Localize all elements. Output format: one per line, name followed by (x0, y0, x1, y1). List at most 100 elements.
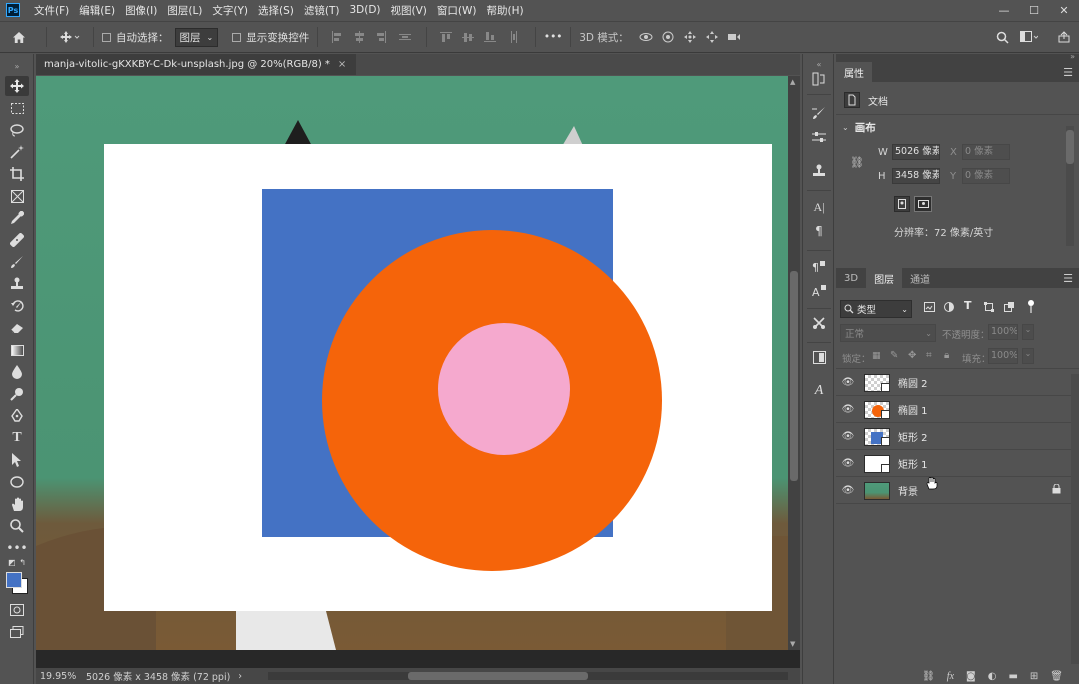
pen-tool-icon[interactable] (5, 406, 29, 426)
screen-mode-icon[interactable] (5, 622, 29, 642)
foreground-color-swatch[interactable] (6, 572, 22, 588)
scroll-down-icon[interactable]: ▼ (790, 640, 795, 648)
canvas-horizontal-scrollbar[interactable] (268, 672, 788, 680)
auto-select-checkbox[interactable]: 自动选择： (102, 30, 169, 45)
healing-brush-tool-icon[interactable] (5, 230, 29, 250)
brush-tool-icon[interactable] (5, 252, 29, 272)
distribute-vertical-icon[interactable] (392, 31, 418, 43)
menu-file[interactable]: 文件(F) (30, 3, 75, 18)
align-right-icon[interactable] (370, 31, 392, 43)
scroll-up-icon[interactable]: ▲ (790, 78, 795, 86)
document-canvas[interactable] (104, 144, 772, 611)
layer-name[interactable]: 矩形 1 (898, 456, 928, 471)
crop-tool-icon[interactable] (5, 164, 29, 184)
lock-artboard-icon[interactable]: ⌗ (926, 350, 932, 361)
swap-arrow-icon[interactable]: ↰ (19, 558, 26, 567)
marquee-tool-icon[interactable] (5, 98, 29, 118)
landscape-orientation-button[interactable] (914, 196, 932, 212)
lock-all-icon[interactable]: 🔒︎ (944, 350, 949, 361)
layer-row[interactable]: 👁︎ 椭圆 1 (836, 397, 1071, 423)
share-icon[interactable] (1055, 31, 1073, 43)
checkbox-box[interactable] (232, 32, 242, 42)
move-tool-preset-icon[interactable] (55, 31, 85, 43)
layer-style-icon[interactable]: fx (947, 671, 954, 682)
paragraph-panel-icon[interactable]: ¶ (807, 220, 831, 242)
panel-menu-icon[interactable]: ☰ (1063, 66, 1073, 79)
filter-pixel-icon[interactable] (924, 302, 935, 315)
show-transform-checkbox[interactable]: 显示变换控件 (232, 30, 309, 45)
auto-select-dropdown[interactable]: 图层 ⌄ (174, 27, 219, 47)
menu-select[interactable]: 选择(S) (254, 3, 300, 18)
quick-mask-icon[interactable] (5, 600, 29, 620)
visibility-eye-icon[interactable]: 👁︎ (836, 377, 860, 388)
layer-name[interactable]: 椭圆 1 (898, 402, 928, 417)
history-brush-tool-icon[interactable] (5, 296, 29, 316)
menu-type[interactable]: 文字(Y) (208, 3, 254, 18)
lock-transparent-icon[interactable]: ▦ (872, 351, 881, 361)
eraser-tool-icon[interactable] (5, 318, 29, 338)
scale-3d-icon[interactable] (723, 31, 745, 43)
chevron-down-icon[interactable]: ⌄ (1022, 324, 1034, 340)
y-field[interactable]: 0 像素 (962, 168, 1010, 184)
scrollbar-thumb[interactable] (1066, 130, 1074, 164)
brush-settings-icon[interactable] (807, 102, 831, 124)
visibility-eye-icon[interactable]: 👁︎ (836, 404, 860, 415)
orbit-3d-icon[interactable] (635, 31, 657, 43)
menu-window[interactable]: 窗口(W) (433, 3, 483, 18)
layer-row[interactable]: 👁︎ 椭圆 2 (836, 370, 1071, 396)
filter-toggle-icon[interactable] (1028, 300, 1034, 317)
canvas-vertical-scrollbar[interactable]: ▲ ▼ (788, 76, 800, 650)
zoom-level[interactable]: 19.95% (40, 671, 80, 682)
status-menu-arrow[interactable]: › (238, 671, 242, 682)
lasso-tool-icon[interactable] (5, 120, 29, 140)
close-window-button[interactable]: ✕ (1049, 0, 1079, 20)
eyedropper-tool-icon[interactable] (5, 208, 29, 228)
link-layers-icon[interactable]: ⛓ (922, 671, 935, 682)
filter-smart-object-icon[interactable] (1004, 302, 1014, 315)
move-tool-icon[interactable] (5, 76, 29, 96)
document-tab[interactable]: manja-vitolic-gKXKBY-C-Dk-unsplash.jpg @… (36, 54, 356, 75)
filter-type-icon[interactable]: T (964, 299, 972, 312)
lock-pixels-icon[interactable]: ✎ (890, 350, 898, 361)
delete-layer-icon[interactable]: 🗑︎ (1050, 671, 1063, 682)
dodge-tool-icon[interactable] (5, 384, 29, 404)
pan-3d-icon[interactable] (679, 31, 701, 43)
fill-field[interactable]: 100% (988, 348, 1018, 364)
home-icon[interactable] (0, 31, 38, 44)
paragraph-styles-icon[interactable]: ¶ (807, 256, 831, 278)
layer-name[interactable]: 椭圆 2 (898, 375, 928, 390)
align-center-icon[interactable] (348, 31, 370, 43)
lock-icon[interactable] (1052, 483, 1061, 497)
portrait-orientation-button[interactable] (894, 196, 910, 212)
layer-filter-dropdown[interactable]: 类型 ⌄ (840, 300, 912, 318)
frame-tool-icon[interactable] (5, 186, 29, 206)
blend-mode-dropdown[interactable]: 正常 ⌄ (840, 324, 936, 342)
tab-properties[interactable]: 属性 (836, 62, 872, 82)
adjustments-icon[interactable] (807, 126, 831, 148)
align-middle-icon[interactable] (457, 31, 479, 43)
menu-edit[interactable]: 编辑(E) (75, 3, 121, 18)
visibility-eye-icon[interactable]: 👁︎ (836, 458, 860, 469)
properties-scrollbar[interactable] (1066, 126, 1074, 246)
chevron-down-icon[interactable]: ⌄ (1022, 348, 1034, 364)
width-field[interactable]: 5026 像素 (892, 144, 940, 160)
filter-shape-icon[interactable] (984, 302, 994, 315)
layer-row[interactable]: 👁︎ 矩形 1 (836, 451, 1071, 477)
character-styles-icon[interactable]: A (807, 280, 831, 302)
menu-3d[interactable]: 3D(D) (345, 4, 386, 16)
layers-scrollbar[interactable] (1071, 374, 1079, 664)
new-group-icon[interactable]: ▬ (1008, 671, 1017, 682)
search-icon[interactable] (994, 31, 1010, 44)
link-dimensions-icon[interactable]: ⛓ (850, 156, 864, 169)
glyphs-panel-icon[interactable]: A (807, 380, 831, 402)
collapse-toolbar-icon[interactable]: » (5, 56, 29, 76)
scrollbar-thumb[interactable] (790, 271, 798, 481)
menu-image[interactable]: 图像(I) (121, 3, 163, 18)
layer-comps-icon[interactable] (807, 346, 831, 368)
new-layer-icon[interactable]: ⊞ (1030, 671, 1038, 682)
clone-source-icon[interactable] (807, 160, 831, 182)
panel-menu-icon[interactable]: ☰ (1063, 272, 1073, 285)
character-panel-icon[interactable]: A| (807, 196, 831, 218)
lock-position-icon[interactable]: ✥ (908, 350, 916, 361)
menu-filter[interactable]: 滤镜(T) (300, 3, 346, 18)
